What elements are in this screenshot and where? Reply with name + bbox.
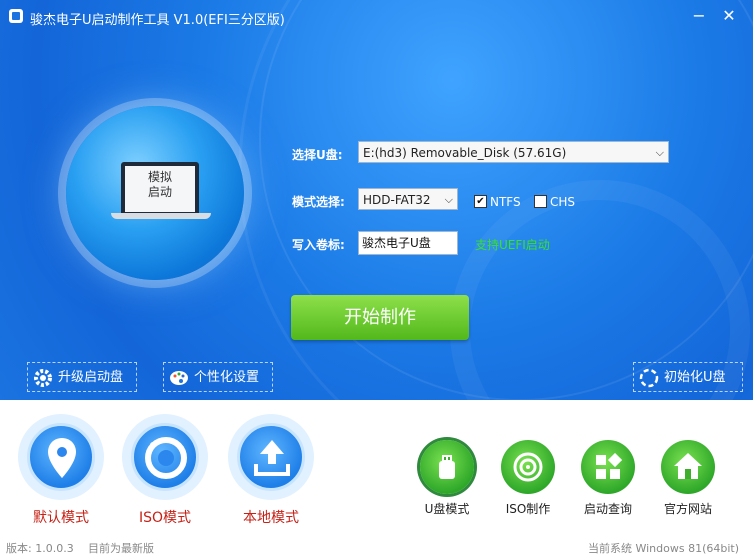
chevron-down-icon: ⌵ bbox=[444, 193, 453, 206]
disk-select-value: E:(hd3) Removable_Disk (57.61G) bbox=[363, 146, 567, 160]
mode-label: 模式选择: bbox=[292, 195, 345, 209]
boot-query-button[interactable] bbox=[581, 440, 635, 494]
palette-icon bbox=[170, 371, 188, 385]
simulate-line1: 模拟 bbox=[147, 170, 172, 184]
mode-select[interactable]: HDD-FAT32 ⌵ bbox=[358, 188, 458, 210]
iso-mode-label: ISO模式 bbox=[138, 510, 192, 526]
boot-query-label: 启动查询 bbox=[583, 502, 632, 516]
disc-icon bbox=[145, 437, 187, 479]
personalize-button[interactable]: 个性化设置 bbox=[163, 362, 273, 392]
official-site-button[interactable] bbox=[661, 440, 715, 494]
simulate-boot-button[interactable]: 模拟 启动 bbox=[125, 170, 195, 200]
chs-checkbox[interactable] bbox=[534, 195, 547, 208]
location-pin-icon bbox=[48, 438, 76, 478]
init-usb-label: 初始化U盘 bbox=[664, 370, 726, 385]
usb-drive-icon bbox=[439, 455, 455, 479]
local-mode-label: 本地模式 bbox=[243, 510, 299, 526]
official-site-label: 官方网站 bbox=[663, 502, 712, 516]
system-info: 当前系统 Windows 81(64bit) bbox=[588, 542, 740, 555]
bottom-panel bbox=[0, 400, 753, 558]
update-status: 目前为最新版 bbox=[88, 542, 154, 555]
usb-mode-button[interactable] bbox=[420, 440, 474, 494]
grid-icon bbox=[596, 453, 622, 479]
iso-make-label: ISO制作 bbox=[505, 502, 551, 516]
upload-icon bbox=[254, 440, 290, 476]
default-mode-label: 默认模式 bbox=[33, 510, 89, 526]
gear-icon bbox=[34, 369, 52, 387]
upgrade-boot-button[interactable]: 升级启动盘 bbox=[27, 362, 137, 392]
mode-select-value: HDD-FAT32 bbox=[363, 193, 431, 207]
iso-make-button[interactable] bbox=[501, 440, 555, 494]
chs-label: CHS bbox=[550, 195, 576, 209]
version-text: 版本: 1.0.0.3 bbox=[6, 542, 74, 555]
disc-icon bbox=[513, 452, 543, 482]
disk-select[interactable]: E:(hd3) Removable_Disk (57.61G) ⌵ bbox=[358, 141, 669, 163]
volume-label: 写入卷标: bbox=[292, 238, 345, 252]
ntfs-checkbox[interactable]: ✔ bbox=[474, 195, 487, 208]
disk-label: 选择U盘: bbox=[292, 148, 343, 162]
uefi-support-link[interactable]: 支持UEFI启动 bbox=[475, 236, 550, 253]
iso-mode-button[interactable] bbox=[122, 414, 208, 500]
start-button[interactable]: 开始制作 bbox=[291, 295, 469, 340]
default-mode-button[interactable] bbox=[18, 414, 104, 500]
home-icon bbox=[674, 453, 702, 479]
usb-mode-label: U盘模式 bbox=[424, 502, 470, 516]
ntfs-label: NTFS bbox=[490, 195, 521, 209]
upgrade-boot-label: 升级启动盘 bbox=[58, 370, 124, 385]
chevron-down-icon: ⌵ bbox=[655, 146, 664, 159]
personalize-label: 个性化设置 bbox=[194, 370, 260, 385]
volume-input[interactable]: 骏杰电子U盘 bbox=[358, 231, 458, 255]
local-mode-button[interactable] bbox=[228, 414, 314, 500]
simulate-line2: 启动 bbox=[147, 185, 172, 199]
init-usb-button[interactable]: 初始化U盘 bbox=[633, 362, 743, 392]
refresh-icon bbox=[639, 368, 659, 388]
laptop-base bbox=[111, 213, 211, 219]
